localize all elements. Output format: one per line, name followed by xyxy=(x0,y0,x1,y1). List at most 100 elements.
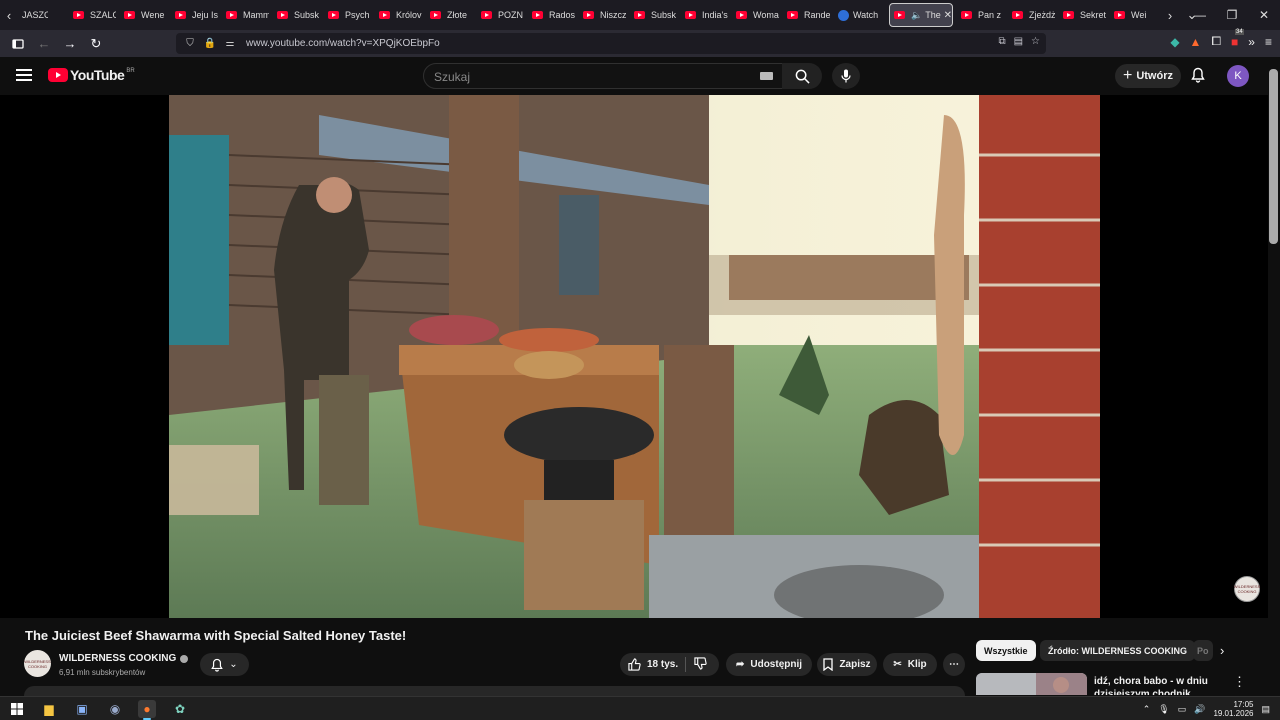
search-button[interactable] xyxy=(782,63,822,89)
tab-after-3[interactable]: Wei xyxy=(1110,3,1161,27)
chip-all[interactable]: Wszystkie xyxy=(976,640,1036,661)
dislike-button[interactable] xyxy=(694,657,707,673)
more-actions-button[interactable]: ⋯ xyxy=(943,653,965,676)
forward-icon[interactable]: → xyxy=(58,32,82,56)
recommended-title[interactable]: idź, chora babo - w dniu dzisiejszym cho… xyxy=(1094,675,1229,695)
save-button[interactable]: Zapisz xyxy=(817,653,877,676)
bell-icon xyxy=(1191,67,1205,83)
permissions-icon[interactable]: ⚌ xyxy=(222,38,238,49)
picture-in-picture-icon[interactable]: ⧉ xyxy=(998,36,1005,47)
tab-before-1[interactable]: SZALC xyxy=(69,3,120,27)
tab-before-5[interactable]: Subsk xyxy=(273,3,324,27)
tab-before-16[interactable]: Watch xyxy=(834,3,885,27)
bookmark-star-icon[interactable]: ☆ xyxy=(1031,36,1040,47)
tab-after-2[interactable]: Sekret xyxy=(1059,3,1110,27)
youtube-favicon-icon xyxy=(961,11,972,19)
volume-icon[interactable]: 🔊 xyxy=(1194,704,1205,715)
app-icon[interactable]: ✿ xyxy=(171,700,189,718)
share-button[interactable]: ➦ Udostępnij xyxy=(726,653,812,676)
overflow-chevron-icon[interactable]: » xyxy=(1248,35,1255,49)
close-window-icon[interactable]: ✕ xyxy=(1248,0,1280,30)
tab-before-8[interactable]: Złote xyxy=(426,3,477,27)
firefox-icon[interactable]: ● xyxy=(138,700,156,720)
scrollbar-thumb[interactable] xyxy=(1269,69,1278,244)
speaker-icon[interactable]: 🔈 xyxy=(911,10,922,21)
tab-active[interactable]: 🔈 The ✕ xyxy=(889,3,953,27)
clip-button[interactable]: ✂ Klip xyxy=(883,653,937,676)
lock-icon[interactable]: 🔒 xyxy=(202,38,218,49)
shield-icon[interactable]: ⛉ xyxy=(182,38,198,49)
search-icon xyxy=(795,69,810,84)
puzzle-icon[interactable]: ⧠ xyxy=(1211,34,1221,49)
guide-menu-icon[interactable] xyxy=(16,69,32,81)
notification-center-icon[interactable]: ▤ xyxy=(1261,704,1270,715)
tray-chevron-icon[interactable]: ⌃ xyxy=(1143,704,1151,715)
tab-before-13[interactable]: India's xyxy=(681,3,732,27)
tab-before-15[interactable]: Rande xyxy=(783,3,834,27)
youtube-favicon-icon xyxy=(379,11,390,19)
tab-before-6[interactable]: Psych xyxy=(324,3,375,27)
video-frame[interactable] xyxy=(169,95,1100,618)
recommended-menu-icon[interactable]: ⋮ xyxy=(1233,674,1246,690)
tab-after-1[interactable]: Zjeżdż xyxy=(1008,3,1059,27)
tab-before-11[interactable]: Niszcz xyxy=(579,3,630,27)
minimize-icon[interactable]: — xyxy=(1184,0,1216,30)
clock[interactable]: 17:05 19.01.2026 xyxy=(1213,700,1253,718)
plus-icon: + xyxy=(1122,67,1133,84)
channel-watermark[interactable]: WILDERNESS COOKING xyxy=(1234,576,1260,602)
tab-before-12[interactable]: Subsk xyxy=(630,3,681,27)
network-icon[interactable]: ▭ xyxy=(1178,704,1187,715)
computer-app-icon[interactable]: ▣ xyxy=(73,700,91,718)
sidebar-toggle-icon[interactable] xyxy=(6,32,30,56)
tab-scroll-right-icon[interactable]: › xyxy=(1161,0,1179,30)
channel-name[interactable]: WILDERNESS COOKING xyxy=(59,653,176,664)
close-tab-icon[interactable]: ✕ xyxy=(944,10,952,21)
steam-icon[interactable]: ◉ xyxy=(106,700,124,718)
tab-after-0[interactable]: Pan z xyxy=(957,3,1008,27)
tab-title: Rados xyxy=(549,10,575,20)
windows-start-icon[interactable] xyxy=(8,700,26,718)
youtube-logo[interactable]: YouTube BR xyxy=(48,67,135,83)
tab-title: Niszcz xyxy=(600,10,626,20)
ublock-icon[interactable]: ■ 34 xyxy=(1231,28,1244,49)
url-bar[interactable]: ⛉ 🔒 ⚌ www.youtube.com/watch?v=XPQjKOEbpF… xyxy=(176,33,1046,54)
like-button[interactable]: 18 tys. xyxy=(628,658,678,671)
keyboard-icon[interactable] xyxy=(760,72,773,80)
create-button[interactable]: + Utwórz xyxy=(1115,64,1181,88)
voice-search-button[interactable] xyxy=(832,63,860,89)
reload-icon[interactable]: ↻ xyxy=(84,32,108,56)
search-input[interactable]: Szukaj xyxy=(423,63,784,89)
chip-next-icon[interactable]: › xyxy=(1220,643,1224,658)
app-menu-icon[interactable]: ≡ xyxy=(1265,35,1272,49)
tab-before-9[interactable]: POZN xyxy=(477,3,528,27)
account-avatar[interactable]: K xyxy=(1227,65,1249,87)
youtube-favicon-icon xyxy=(685,11,696,19)
tab-title: Zjeżdż xyxy=(1029,10,1055,20)
channel-avatar[interactable]: WILDERNESS COOKING xyxy=(24,650,51,677)
tab-before-4[interactable]: Mamm xyxy=(222,3,273,27)
tab-before-7[interactable]: Królov xyxy=(375,3,426,27)
tab-before-14[interactable]: Woma xyxy=(732,3,783,27)
tab-before-10[interactable]: Rados xyxy=(528,3,579,27)
notifications-button[interactable] xyxy=(1191,67,1205,88)
recommended-thumbnail[interactable] xyxy=(976,673,1087,695)
fox-extension-icon[interactable]: ▲ xyxy=(1190,35,1202,49)
reader-view-icon[interactable]: ▤ xyxy=(1014,36,1023,47)
tab-before-3[interactable]: Jeju Is xyxy=(171,3,222,27)
page-scrollbar[interactable] xyxy=(1268,57,1280,696)
tab-before-2[interactable]: Wene xyxy=(120,3,171,27)
description-box[interactable] xyxy=(24,686,965,696)
tab-scroll-left-icon[interactable]: ‹ xyxy=(0,0,18,30)
microphone-tray-icon[interactable]: 🎙 xyxy=(1158,704,1169,715)
file-explorer-icon[interactable]: ▆ xyxy=(40,700,58,718)
tab-before-0[interactable]: JASZC xyxy=(18,3,69,27)
url-text[interactable]: www.youtube.com/watch?v=XPQjKOEbpFo xyxy=(246,38,440,49)
channel-name-row[interactable]: WILDERNESS COOKING xyxy=(59,653,189,664)
subscription-bell-button[interactable]: ⌄ xyxy=(200,653,249,676)
back-icon[interactable]: ← xyxy=(32,32,56,56)
chip-from-channel[interactable]: Źródło: WILDERNESS COOKING xyxy=(1040,640,1195,661)
video-player[interactable]: WILDERNESS COOKING xyxy=(0,95,1268,618)
vpn-extension-icon[interactable]: ◆ xyxy=(1170,35,1179,49)
chip-partial[interactable]: Po xyxy=(1193,640,1213,661)
restore-icon[interactable]: ❐ xyxy=(1216,0,1248,30)
